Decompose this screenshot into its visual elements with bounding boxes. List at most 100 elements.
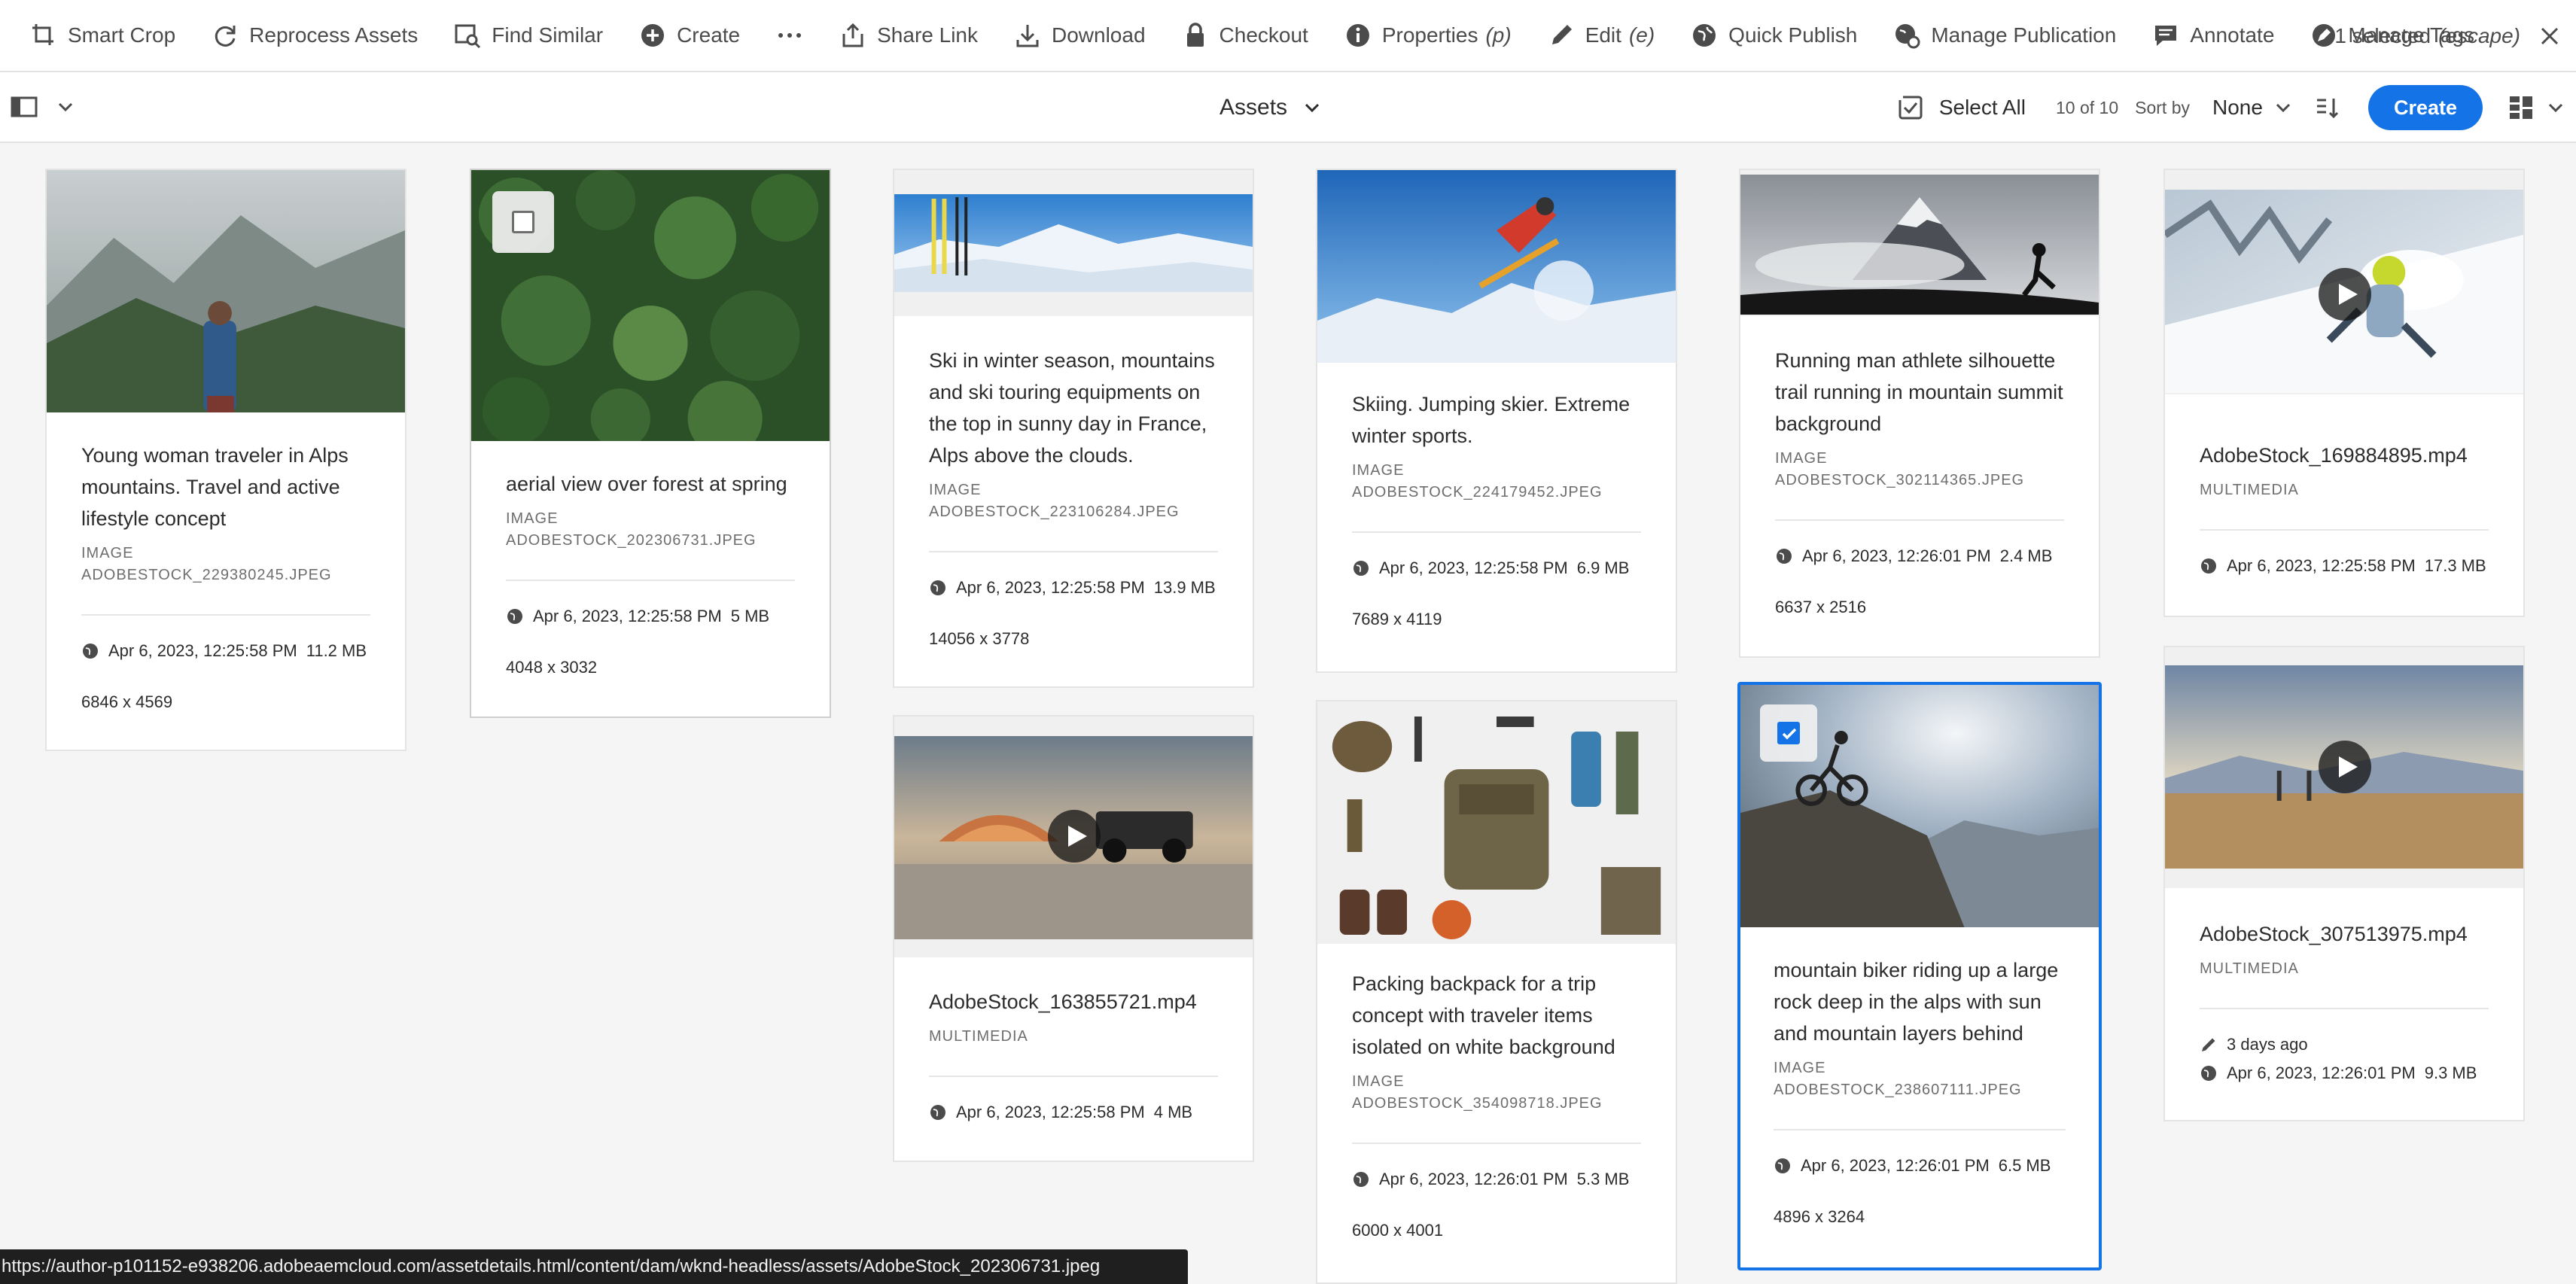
globe-icon [2201, 1066, 2216, 1081]
select-checkbox[interactable] [1760, 704, 1817, 762]
more-actions-button[interactable] [758, 0, 821, 72]
asset-meta: Apr 6, 2023, 12:26:01 PM 6.5 MB [1774, 1156, 2066, 1176]
asset-dimensions: 4048 x 3032 [506, 658, 598, 677]
more-horizontal-icon [778, 33, 802, 38]
asset-date: Apr 6, 2023, 12:25:58 PM [108, 641, 297, 660]
asset-thumbnail [1317, 701, 1676, 944]
sort-direction-button[interactable] [2314, 94, 2368, 121]
asset-type: IMAGE [929, 482, 982, 498]
asset-card[interactable]: AdobeStock_307513975.mp4 MULTIMEDIA 3 da… [2163, 646, 2525, 1121]
divider [2200, 1008, 2489, 1009]
rail-toggle[interactable] [11, 93, 74, 120]
sort-dropdown[interactable]: None [2212, 96, 2291, 120]
share-link-button[interactable]: Share Link [821, 0, 996, 72]
play-icon [2339, 284, 2358, 305]
play-button[interactable] [2319, 268, 2371, 321]
asset-date: Apr 6, 2023, 12:25:58 PM [956, 578, 1145, 597]
asset-meta: Apr 6, 2023, 12:25:58 PM 17.3 MB [2200, 556, 2489, 576]
thumbnail-image [1317, 170, 1676, 363]
asset-thumbnail [894, 170, 1253, 316]
quick-publish-button[interactable]: Quick Publish [1673, 0, 1875, 72]
asset-type: IMAGE [1774, 1060, 1826, 1076]
find-similar-button[interactable]: Find Similar [436, 0, 621, 72]
close-icon[interactable] [2538, 25, 2561, 47]
edit-icon [1551, 25, 1572, 44]
comment-icon [2155, 26, 2177, 46]
asset-meta: Apr 6, 2023, 12:25:58 PM 4 MB [929, 1103, 1218, 1122]
create-menu-button[interactable]: Create [621, 0, 758, 72]
asset-card[interactable]: Running man athlete silhouette trail run… [1739, 169, 2100, 658]
select-checkbox[interactable] [492, 191, 554, 253]
create-button[interactable]: Create [2367, 85, 2483, 130]
asset-title: AdobeStock_169884895.mp4 [2200, 444, 2468, 467]
divider [1775, 519, 2064, 521]
tag-icon [2313, 24, 2336, 47]
globe-icon [1775, 1158, 1790, 1173]
asset-card[interactable]: Packing backpack for a trip concept with… [1316, 700, 1677, 1284]
asset-thumbnail [1740, 170, 2099, 316]
info-icon [1346, 24, 1369, 47]
asset-date: Apr 6, 2023, 12:25:58 PM [533, 607, 722, 625]
smart-crop-label: Smart Crop [68, 23, 176, 47]
view-switcher[interactable] [2508, 95, 2564, 120]
asset-meta: Apr 6, 2023, 12:25:58 PM 5 MB [506, 607, 795, 626]
divider [1352, 531, 1641, 533]
asset-filename: ADOBESTOCK_229380245.JPEG [81, 567, 332, 583]
play-icon [1068, 826, 1087, 847]
select-all-icon [1898, 96, 1923, 120]
asset-card[interactable]: AdobeStock_163855721.mp4 MULTIMEDIA Apr … [893, 715, 1254, 1162]
asset-dimensions: 6846 x 4569 [81, 692, 173, 711]
smart-crop-icon [32, 24, 53, 45]
select-all-label: Select All [1938, 96, 2026, 119]
reprocess-assets-button[interactable]: Reprocess Assets [193, 0, 436, 72]
asset-filename: ADOBESTOCK_224179452.JPEG [1352, 484, 1603, 501]
refresh-icon [215, 26, 236, 47]
asset-title: mountain biker riding up a large rock de… [1774, 959, 2059, 1045]
asset-dimensions: 14056 x 3778 [929, 629, 1030, 648]
asset-modified-text: 3 days ago [2227, 1035, 2308, 1054]
reprocess-assets-label: Reprocess Assets [249, 23, 419, 47]
divider [1774, 1129, 2066, 1130]
asset-size: 9.3 MB [2424, 1063, 2477, 1082]
divider [929, 551, 1218, 552]
checkout-button[interactable]: Checkout [1164, 0, 1326, 72]
download-button[interactable]: Download [996, 0, 1164, 72]
asset-size: 5 MB [730, 607, 770, 625]
thumbnail-image [47, 170, 405, 412]
globe-icon [1353, 561, 1369, 576]
asset-type: IMAGE [81, 545, 134, 561]
asset-card[interactable]: Young woman traveler in Alps mountains. … [45, 169, 406, 751]
checkbox-box-checked [1777, 722, 1800, 744]
breadcrumb-title[interactable]: Assets [1219, 72, 1320, 143]
asset-size: 6.5 MB [1998, 1156, 2051, 1175]
annotate-button[interactable]: Annotate [2134, 0, 2292, 72]
share-link-label: Share Link [877, 23, 978, 47]
asset-card[interactable]: Skiing. Jumping skier. Extreme winter sp… [1316, 169, 1677, 673]
asset-card[interactable]: aerial view over forest at spring IMAGE … [470, 169, 831, 718]
asset-filename: ADOBESTOCK_302114365.JPEG [1775, 472, 2025, 488]
quick-publish-label: Quick Publish [1728, 23, 1858, 47]
play-button[interactable] [2319, 741, 2371, 793]
properties-button[interactable]: Properties (p) [1326, 0, 1530, 72]
card-view-icon [2510, 96, 2532, 119]
asset-date: Apr 6, 2023, 12:26:01 PM [2227, 1063, 2416, 1082]
thumbnail-image [894, 194, 1253, 292]
edit-button[interactable]: Edit (e) [1530, 0, 1673, 72]
globe-icon [507, 609, 522, 624]
thumbnail-image [1740, 175, 2099, 315]
manage-publication-button[interactable]: Manage Publication [1875, 0, 2134, 72]
asset-filename: ADOBESTOCK_223106284.JPEG [929, 504, 1180, 520]
asset-size: 6.9 MB [1576, 558, 1630, 577]
asset-size: 5.3 MB [1576, 1170, 1630, 1188]
sort-value: None [2212, 96, 2263, 119]
play-button[interactable] [1048, 810, 1101, 863]
asset-card[interactable]: AdobeStock_169884895.mp4 MULTIMEDIA Apr … [2163, 169, 2525, 617]
asset-title: Packing backpack for a trip concept with… [1352, 972, 1615, 1058]
asset-card[interactable]: Ski in winter season, mountains and ski … [893, 169, 1254, 688]
asset-card-selected[interactable]: mountain biker riding up a large rock de… [1737, 682, 2102, 1270]
asset-date: Apr 6, 2023, 12:26:01 PM [1379, 1170, 1568, 1188]
find-similar-label: Find Similar [492, 23, 604, 47]
smart-crop-button[interactable]: Smart Crop [12, 0, 193, 72]
divider [929, 1076, 1218, 1077]
select-all-button[interactable]: Select All [1897, 94, 2026, 121]
